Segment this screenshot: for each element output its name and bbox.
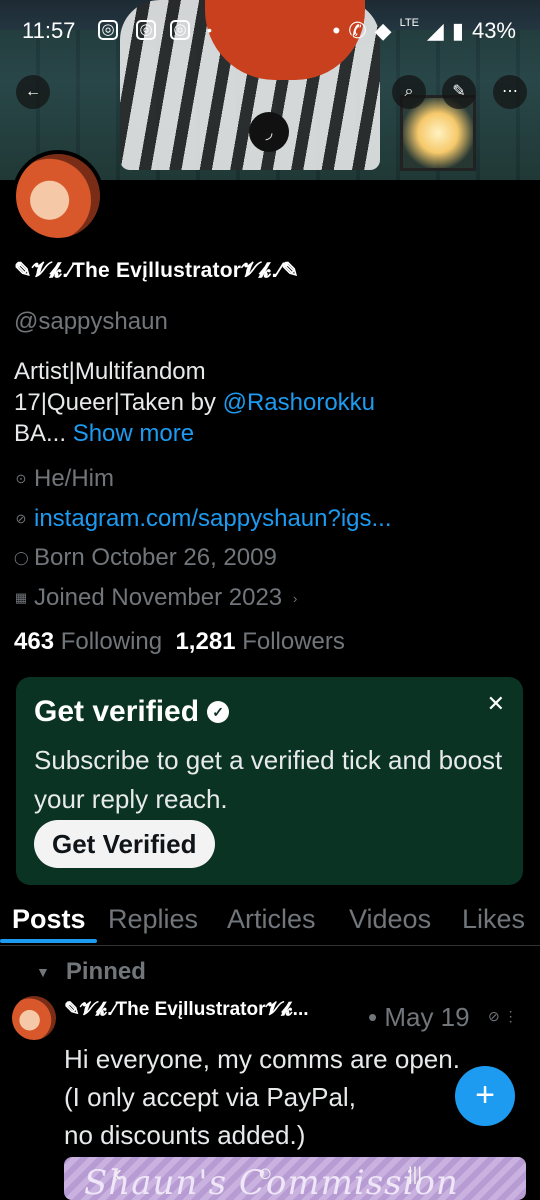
card-title-row: Get verified ✓ (34, 695, 230, 729)
birthday-text: Born October 26, 2009 (34, 544, 277, 571)
post-more-icon[interactable]: ⊘ ⋮ (488, 1008, 518, 1025)
back-icon[interactable]: ← (16, 75, 50, 109)
get-verified-card: Get verified ✓ ✕ Subscribe to get a veri… (16, 677, 523, 885)
compose-button[interactable]: + (455, 1066, 515, 1126)
verified-badge-icon: ✓ (207, 701, 230, 723)
dot-icon: • (332, 18, 341, 43)
edit-icon[interactable]: ✎ (442, 75, 476, 109)
bio-text: 17|Queer|Taken by (14, 389, 223, 416)
followers-label: Followers (242, 628, 345, 655)
card-description: Subscribe to get a verified tick and boo… (34, 745, 503, 814)
notification-dot: • (207, 22, 212, 38)
instagram-icon: ◎ (98, 20, 118, 40)
wifi-call-icon: ✆ (348, 18, 367, 43)
following-label: Following (60, 628, 163, 655)
profile-avatar[interactable] (12, 150, 104, 242)
active-tab-indicator (0, 939, 97, 943)
bio-text: BA... (14, 420, 73, 447)
tab-videos[interactable]: Videos (349, 904, 431, 935)
post-line: no discounts added.) (64, 1120, 306, 1150)
bio-line: 17|Queer|Taken by @Rashorokku (14, 387, 524, 418)
pinned-text: Pinned (65, 958, 146, 985)
instagram-icon: ◎ (136, 20, 156, 40)
follow-stats: 463 Following 1,281 Followers (14, 628, 345, 656)
following-stat[interactable]: 463 Following (14, 628, 162, 655)
get-verified-button[interactable]: Get Verified (34, 820, 215, 868)
card-title: Get verified (34, 695, 200, 728)
bio-line: Artist|Multifandom (14, 358, 206, 385)
tab-articles[interactable]: Articles (227, 904, 316, 935)
close-icon[interactable]: ✕ (487, 691, 505, 717)
balloon-icon: ◯ (14, 550, 29, 565)
profile-bio: Artist|Multifandom 17|Queer|Taken by @Ra… (14, 356, 524, 449)
pronouns-text: He/Him (34, 465, 115, 492)
post-line: Hi everyone, my comms are open. (64, 1044, 460, 1074)
tab-posts[interactable]: Posts (12, 904, 86, 935)
calendar-icon: ▦ (14, 590, 28, 605)
tab-likes[interactable]: Likes (462, 904, 525, 935)
show-more-link[interactable]: Show more (73, 420, 194, 447)
chevron-right-icon: › (292, 590, 298, 606)
nav-home-icon[interactable]: ○ (258, 1160, 273, 1188)
website-link[interactable]: instagram.com/sappyshaun?igs... (34, 505, 392, 533)
network-label: LTE (399, 17, 419, 29)
battery-percent: 43% (471, 18, 516, 43)
pronouns: ⊙ He/Him (14, 465, 114, 493)
nav-recents-icon[interactable]: ||| (408, 1164, 422, 1185)
pinned-label: ▼ Pinned (36, 958, 146, 986)
joined-row[interactable]: ▦ Joined November 2023 › (14, 584, 302, 612)
nav-back-icon[interactable]: ‹ (114, 1160, 122, 1188)
following-count: 463 (14, 628, 55, 655)
website-row[interactable]: ⊘ instagram.com/sappyshaun?igs... (14, 505, 392, 533)
bio-line: BA... Show more (14, 418, 524, 449)
pin-icon: ▼ (36, 964, 50, 980)
followers-stat[interactable]: 1,281 Followers (175, 628, 344, 655)
instagram-icon: ◎ (170, 20, 190, 40)
joined-text: Joined November 2023 (34, 584, 283, 611)
followers-count: 1,281 (175, 628, 236, 655)
user-handle: @sappyshaun (14, 308, 168, 335)
post-date: • May 19 (368, 1002, 470, 1032)
search-icon[interactable]: ⌕ (392, 75, 426, 109)
status-right: • ✆ ◆ LTE ◢ ▮ 43% (332, 17, 517, 44)
bio-mention-link[interactable]: @Rashorokku (223, 389, 375, 416)
wifi-icon: ◆ (374, 18, 392, 43)
post-author-avatar[interactable] (12, 996, 56, 1040)
birthday-row: ◯ Born October 26, 2009 (14, 544, 277, 572)
tab-replies[interactable]: Replies (108, 904, 198, 935)
status-time: 11:57 (22, 18, 76, 43)
post-author-name[interactable]: ✎𝓥𝓴.⁄The Evįllustrator𝓥𝓴... (64, 998, 309, 1021)
link-icon: ⊘ (15, 511, 27, 526)
display-name: ✎𝓥𝓴.⁄The Evįllustrator𝓥𝓴.⁄✎ (14, 259, 300, 282)
battery-icon: ▮ (451, 18, 464, 43)
signal-icon: ◢ (426, 18, 444, 43)
status-bar: 11:57 ◎ ◎ ◎ • • ✆ ◆ LTE ◢ ▮ 43% (0, 0, 540, 60)
location-pin-icon: ⊙ (15, 471, 27, 486)
more-icon[interactable]: ⋯ (493, 75, 527, 109)
refresh-icon: ◞ (249, 112, 289, 152)
